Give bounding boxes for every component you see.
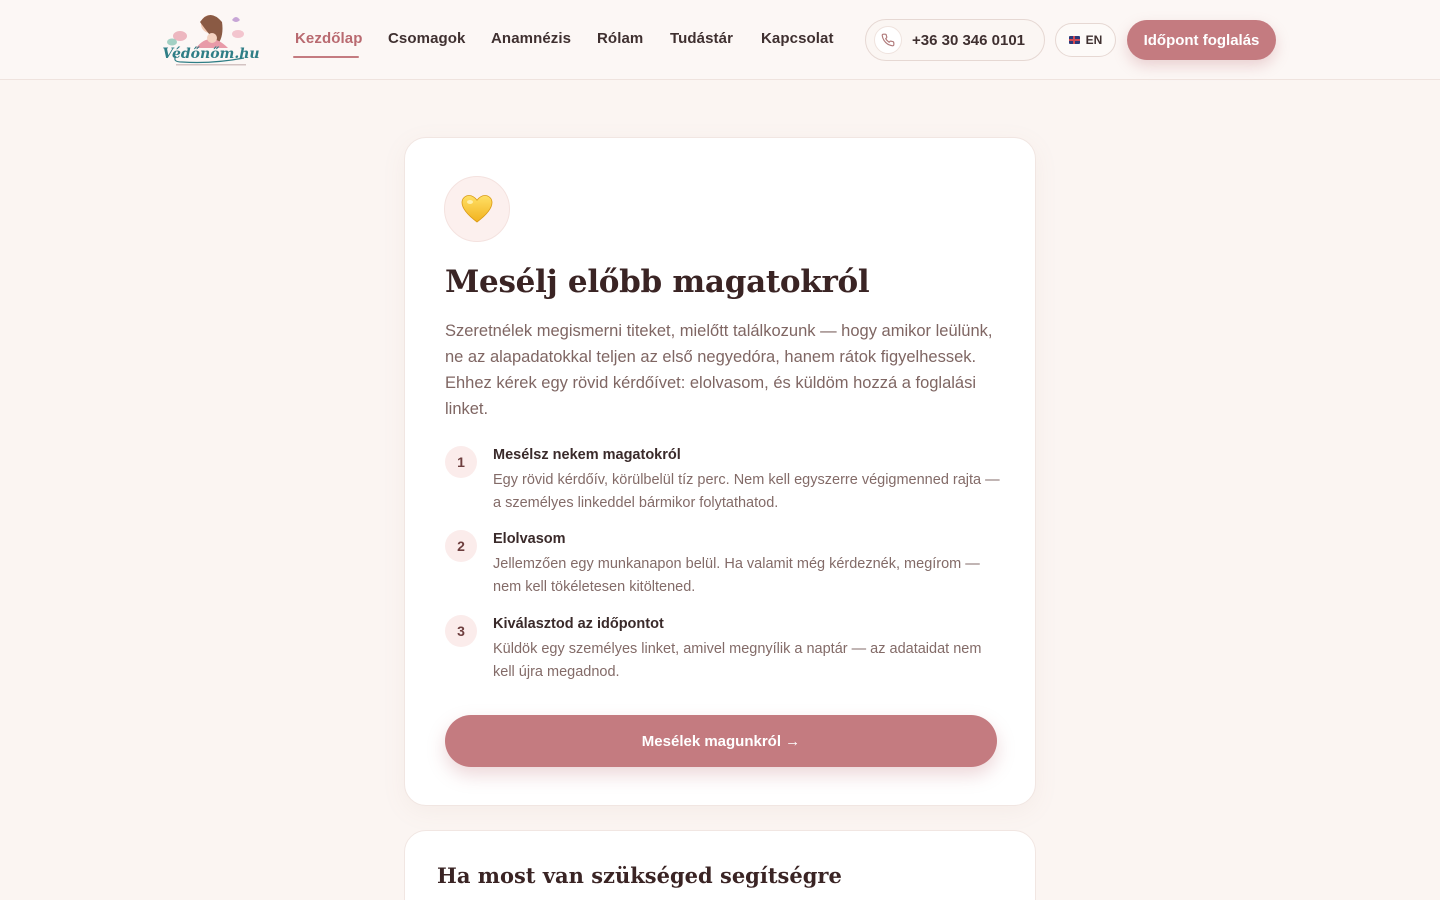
site-logo[interactable]: Védőnőm.hu xyxy=(162,8,260,70)
phone-number: +36 30 346 0101 xyxy=(912,31,1026,49)
step-description: Jellemzően egy munkanapon belül. Ha vala… xyxy=(493,556,980,595)
nav-item-tudastar[interactable]: Tudástár xyxy=(670,30,733,47)
page-title: Mesélj előbb magatokról xyxy=(445,264,870,300)
nav-item-kezdolap[interactable]: Kezdőlap xyxy=(295,30,362,47)
nav-item-rolam[interactable]: Rólam xyxy=(597,30,643,47)
step-title: Elolvasom xyxy=(493,531,566,547)
step-number: 1 xyxy=(445,446,477,478)
help-card: Ha most van szükséged segítségre xyxy=(404,830,1036,900)
site-header: Védőnőm.hu Kezdőlap Csomagok Anamnézis R… xyxy=(0,0,1440,80)
language-switch[interactable]: EN xyxy=(1055,23,1116,57)
mother-baby-logo-icon: Védőnőm.hu xyxy=(162,15,260,66)
step-number: 2 xyxy=(445,530,477,562)
svg-text:Védőnőm.hu: Védőnőm.hu xyxy=(162,46,259,62)
nav-item-csomagok[interactable]: Csomagok xyxy=(388,30,466,47)
step-number: 3 xyxy=(445,615,477,647)
step-description: Küldök egy személyes linket, amivel megn… xyxy=(493,641,982,680)
phone-button[interactable]: +36 30 346 0101 xyxy=(865,19,1045,61)
uk-flag-icon xyxy=(1068,36,1080,44)
language-label: EN xyxy=(1085,33,1103,47)
step-title: Mesélsz nekem magatokról xyxy=(493,447,681,463)
phone-icon xyxy=(874,26,902,54)
intro-text: Szeretnélek megismerni titeket, mielőtt … xyxy=(445,322,993,418)
yellow-heart-icon xyxy=(461,195,493,223)
intro-card: Mesélj előbb magatokról Szeretnélek megi… xyxy=(404,137,1036,806)
book-appointment-button[interactable]: Időpont foglalás xyxy=(1127,20,1276,60)
nav-item-kapcsolat[interactable]: Kapcsolat xyxy=(761,30,834,47)
heart-badge xyxy=(444,176,510,242)
help-card-title: Ha most van szükséged segítségre xyxy=(437,863,842,888)
nav-active-underline xyxy=(293,56,359,58)
nav-item-anamnezis[interactable]: Anamnézis xyxy=(491,30,571,47)
step-description: Egy rövid kérdőív, körülbelül tíz perc. … xyxy=(493,472,1000,511)
step-title: Kiválasztod az időpontot xyxy=(493,616,664,632)
start-questionnaire-button[interactable]: Mesélek magunkról → xyxy=(445,715,997,767)
